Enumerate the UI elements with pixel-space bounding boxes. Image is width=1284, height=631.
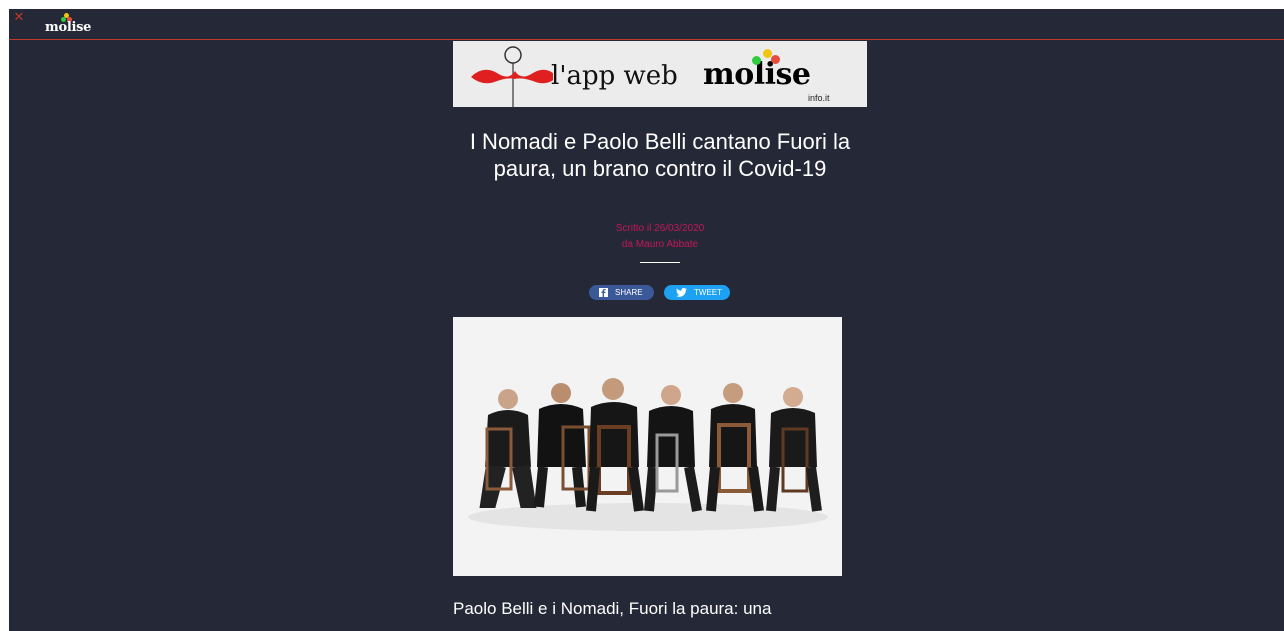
facebook-icon [599,288,608,297]
app-frame: ✕ molise l'app web molise info.it I Noma… [9,9,1284,631]
band-photo-image [453,317,842,576]
tweet-label: TWEET [694,288,722,297]
article-author[interactable]: da Mauro Abbate [453,237,867,253]
article-meta: Scritto il 26/03/2020 da Mauro Abbate [453,221,867,253]
brand-dot-red-icon [771,55,780,64]
close-icon[interactable]: ✕ [12,11,26,25]
twitter-icon [676,288,687,297]
app-banner[interactable]: l'app web molise info.it [453,41,867,107]
article-photo [453,317,842,576]
banner-domain: info.it [808,93,830,103]
article-date: Scritto il 26/03/2020 [615,223,705,234]
title-divider [640,262,680,263]
top-bar: ✕ molise [9,9,1284,40]
article-body-start: Paolo Belli e i Nomadi, Fuori la paura: … [453,599,772,618]
facebook-share-button[interactable]: SHARE [589,285,654,300]
twitter-tweet-button[interactable]: TWEET [664,285,730,300]
banner-tagline: l'app web [551,61,678,91]
share-label: SHARE [615,288,643,297]
mustache-icon [471,46,553,107]
logo-text: molise [45,20,92,35]
brand-dot-green-icon [752,56,761,65]
article-title: I Nomadi e Paolo Belli cantano Fuori la … [469,129,851,181]
